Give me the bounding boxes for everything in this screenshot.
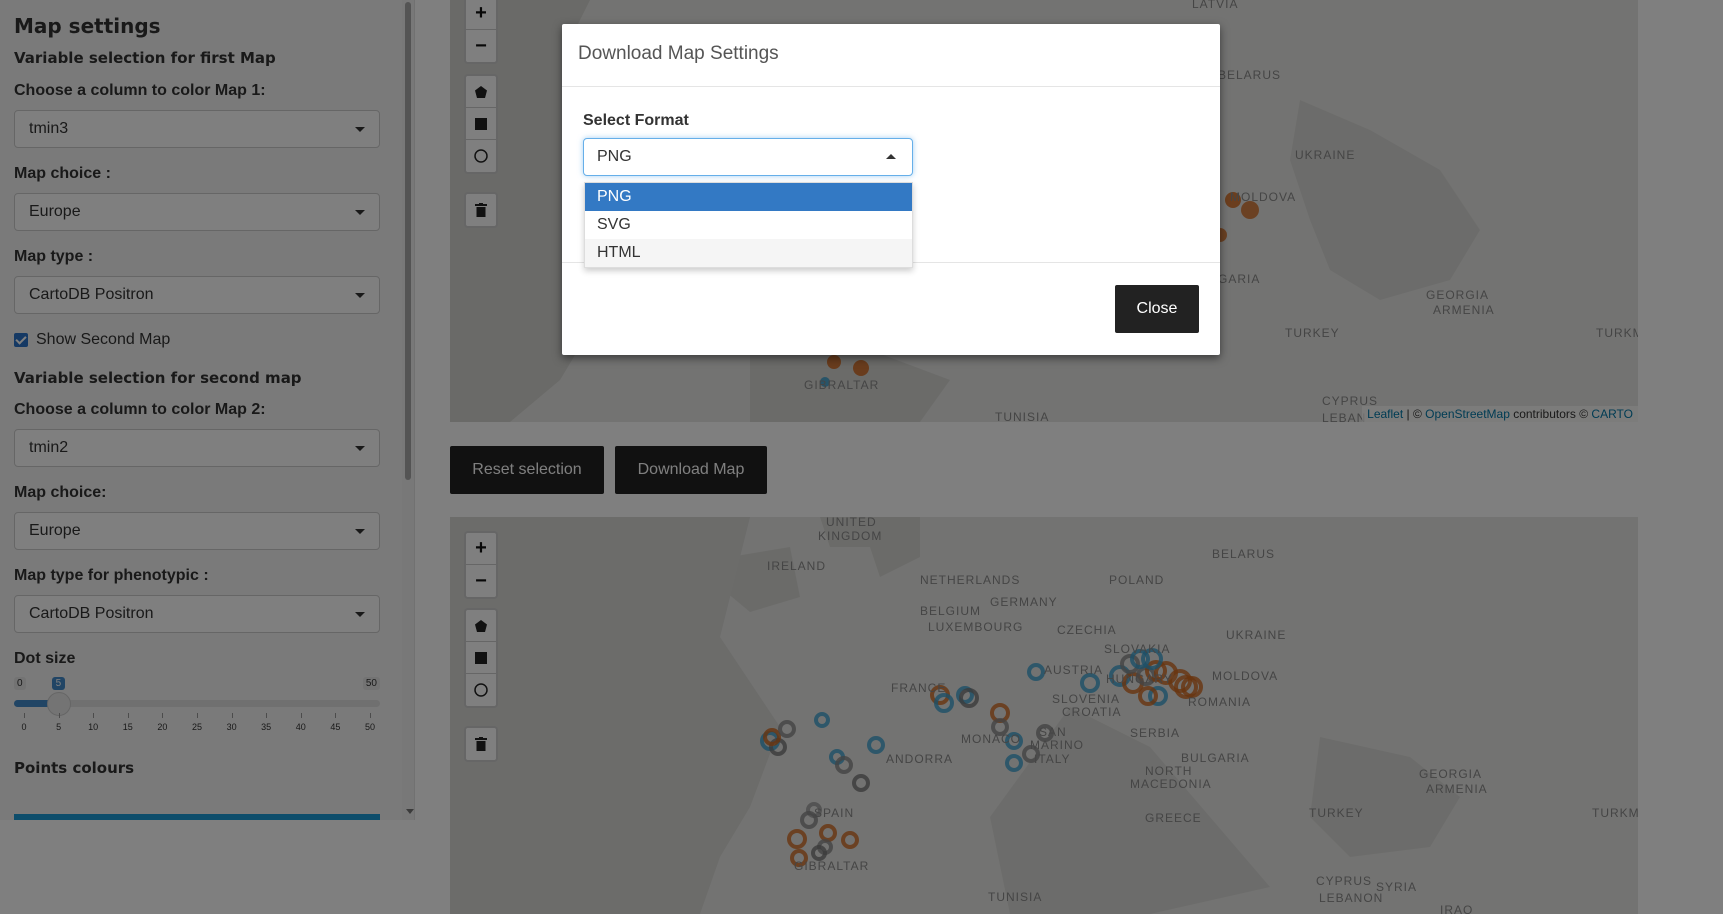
modal-title: Download Map Settings bbox=[562, 24, 1220, 87]
close-button[interactable]: Close bbox=[1115, 285, 1199, 333]
format-option-png[interactable]: PNG bbox=[585, 183, 912, 211]
format-option-html[interactable]: HTML bbox=[585, 239, 912, 267]
format-dropdown: PNG SVG HTML bbox=[584, 182, 913, 268]
format-option-svg[interactable]: SVG bbox=[585, 211, 912, 239]
download-map-settings-modal: Download Map Settings Select Format PNG … bbox=[562, 24, 1220, 355]
